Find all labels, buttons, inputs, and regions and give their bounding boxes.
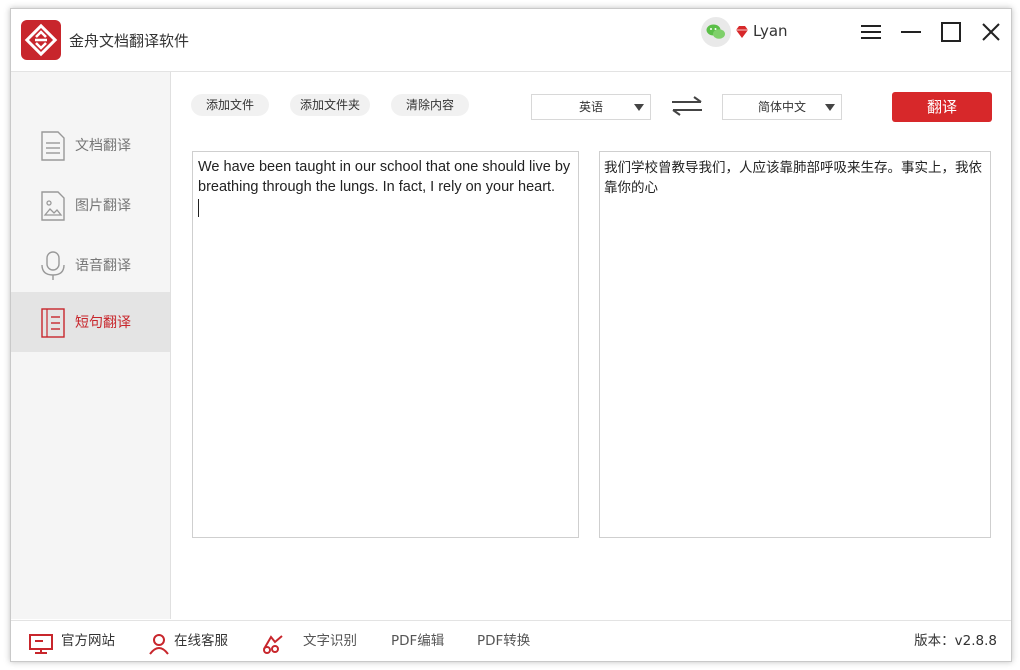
clear-content-button[interactable]: 清除内容: [391, 94, 469, 116]
online-support-label: 在线客服: [174, 633, 228, 649]
sentence-icon: [39, 308, 67, 338]
user-icon: [148, 631, 170, 661]
close-icon[interactable]: [979, 21, 1003, 45]
sidebar-item-document-translate[interactable]: 文档翻译: [11, 115, 170, 175]
chevron-down-icon: [825, 104, 835, 111]
minimize-icon[interactable]: [899, 21, 923, 45]
source-text-input[interactable]: We have been taught in our school that o…: [192, 151, 579, 538]
text-cursor: [198, 199, 199, 217]
source-text-content: We have been taught in our school that o…: [198, 159, 571, 195]
target-language-select[interactable]: 简体中文: [722, 94, 842, 120]
target-language-value: 简体中文: [757, 100, 806, 114]
sidebar: 文档翻译 图片翻译 语音翻译 短句翻译: [11, 72, 171, 619]
document-icon: [39, 131, 67, 161]
app-title: 金舟文档翻译软件: [69, 32, 190, 50]
official-website-label: 官方网站: [61, 633, 115, 649]
pdf-convert-link[interactable]: PDF转换: [477, 621, 530, 661]
target-text-content: 我们学校曾教导我们，人应该靠肺部呼吸来生存。事实上，我依靠你的心: [604, 160, 982, 196]
text-recognition-link[interactable]: 文字识别: [261, 621, 357, 661]
sidebar-item-voice-translate[interactable]: 语音翻译: [11, 235, 170, 295]
app-logo-icon: [21, 20, 61, 60]
wechat-icon[interactable]: [701, 17, 731, 47]
add-folder-button[interactable]: 添加文件夹: [290, 94, 370, 116]
source-language-select[interactable]: 英语: [531, 94, 651, 120]
online-support-link[interactable]: 在线客服: [148, 621, 228, 661]
vip-diamond-icon: [735, 24, 749, 43]
username[interactable]: Lyan: [753, 22, 788, 40]
sidebar-item-label: 语音翻译: [75, 258, 131, 274]
title-bar: 金舟文档翻译软件 Lyan: [11, 9, 1011, 72]
chevron-down-icon: [634, 104, 644, 111]
sidebar-item-label: 文档翻译: [75, 138, 131, 154]
image-icon: [39, 191, 67, 221]
version-label: 版本：v2.8.8: [914, 633, 997, 649]
microphone-icon: [39, 251, 67, 281]
add-file-button[interactable]: 添加文件: [191, 94, 269, 116]
sidebar-item-sentence-translate[interactable]: 短句翻译: [11, 292, 170, 352]
monitor-icon: [29, 631, 53, 661]
app-window: 金舟文档翻译软件 Lyan 文档翻译 图片翻译 语音翻译 短句翻译 添加文件 添…: [10, 8, 1012, 662]
target-text-output[interactable]: 我们学校曾教导我们，人应该靠肺部呼吸来生存。事实上，我依靠你的心: [599, 151, 991, 538]
sidebar-item-image-translate[interactable]: 图片翻译: [11, 175, 170, 235]
maximize-icon[interactable]: [939, 21, 963, 45]
sidebar-item-label: 短句翻译: [75, 315, 131, 331]
sidebar-item-label: 图片翻译: [75, 198, 131, 214]
footer-bar: 官方网站 在线客服 文字识别 PDF编辑 PDF转换 版本：v2.8.8: [11, 620, 1011, 661]
ocr-icon: [261, 631, 285, 661]
translate-button[interactable]: 翻译: [892, 92, 992, 122]
pdf-edit-link[interactable]: PDF编辑: [391, 621, 444, 661]
text-recognition-label: 文字识别: [303, 633, 357, 649]
swap-languages-icon[interactable]: [670, 96, 704, 120]
menu-icon[interactable]: [859, 21, 883, 45]
official-website-link[interactable]: 官方网站: [29, 621, 115, 661]
source-language-value: 英语: [578, 100, 603, 114]
